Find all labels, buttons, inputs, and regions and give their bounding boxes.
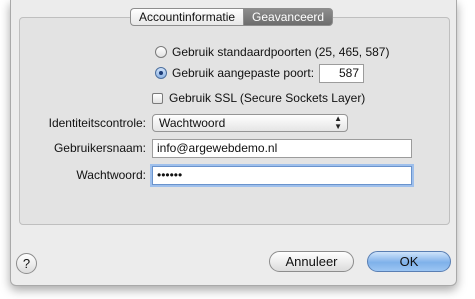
password-input[interactable]: •••••• xyxy=(152,166,412,185)
auth-select[interactable]: Wachtwoord ▲ ▼ xyxy=(152,114,348,132)
ssl-label: Gebruik SSL (Secure Sockets Layer) xyxy=(169,91,366,105)
smtp-settings-sheet: Accountinformatie Geavanceerd Gebruik st… xyxy=(10,0,457,286)
auth-label: Identiteitscontrole: xyxy=(48,116,146,130)
ok-button[interactable]: OK xyxy=(367,251,451,272)
auth-select-value: Wachtwoord xyxy=(159,116,226,130)
username-input[interactable]: info@argewebdemo.nl xyxy=(152,139,412,158)
tab-account-info[interactable]: Accountinformatie xyxy=(130,8,244,26)
ssl-checkbox[interactable] xyxy=(152,93,163,104)
tab-advanced[interactable]: Geavanceerd xyxy=(243,8,334,26)
help-button[interactable]: ? xyxy=(16,253,37,274)
username-label: Gebruikersnaam: xyxy=(53,141,146,155)
custom-port-label: Gebruik aangepaste poort: xyxy=(172,66,315,80)
custom-port-input[interactable]: 587 xyxy=(319,64,364,83)
password-label: Wachtwoord: xyxy=(76,168,146,182)
select-arrows-icon: ▲ ▼ xyxy=(334,114,342,131)
standard-ports-radio[interactable] xyxy=(155,46,167,58)
standard-ports-label: Gebruik standaardpoorten (25, 465, 587) xyxy=(172,45,390,59)
advanced-panel: Gebruik standaardpoorten (25, 465, 587) … xyxy=(19,17,450,225)
cancel-button[interactable]: Annuleer xyxy=(269,251,354,272)
tab-bar: Accountinformatie Geavanceerd xyxy=(130,8,334,26)
custom-port-radio[interactable] xyxy=(155,67,167,79)
